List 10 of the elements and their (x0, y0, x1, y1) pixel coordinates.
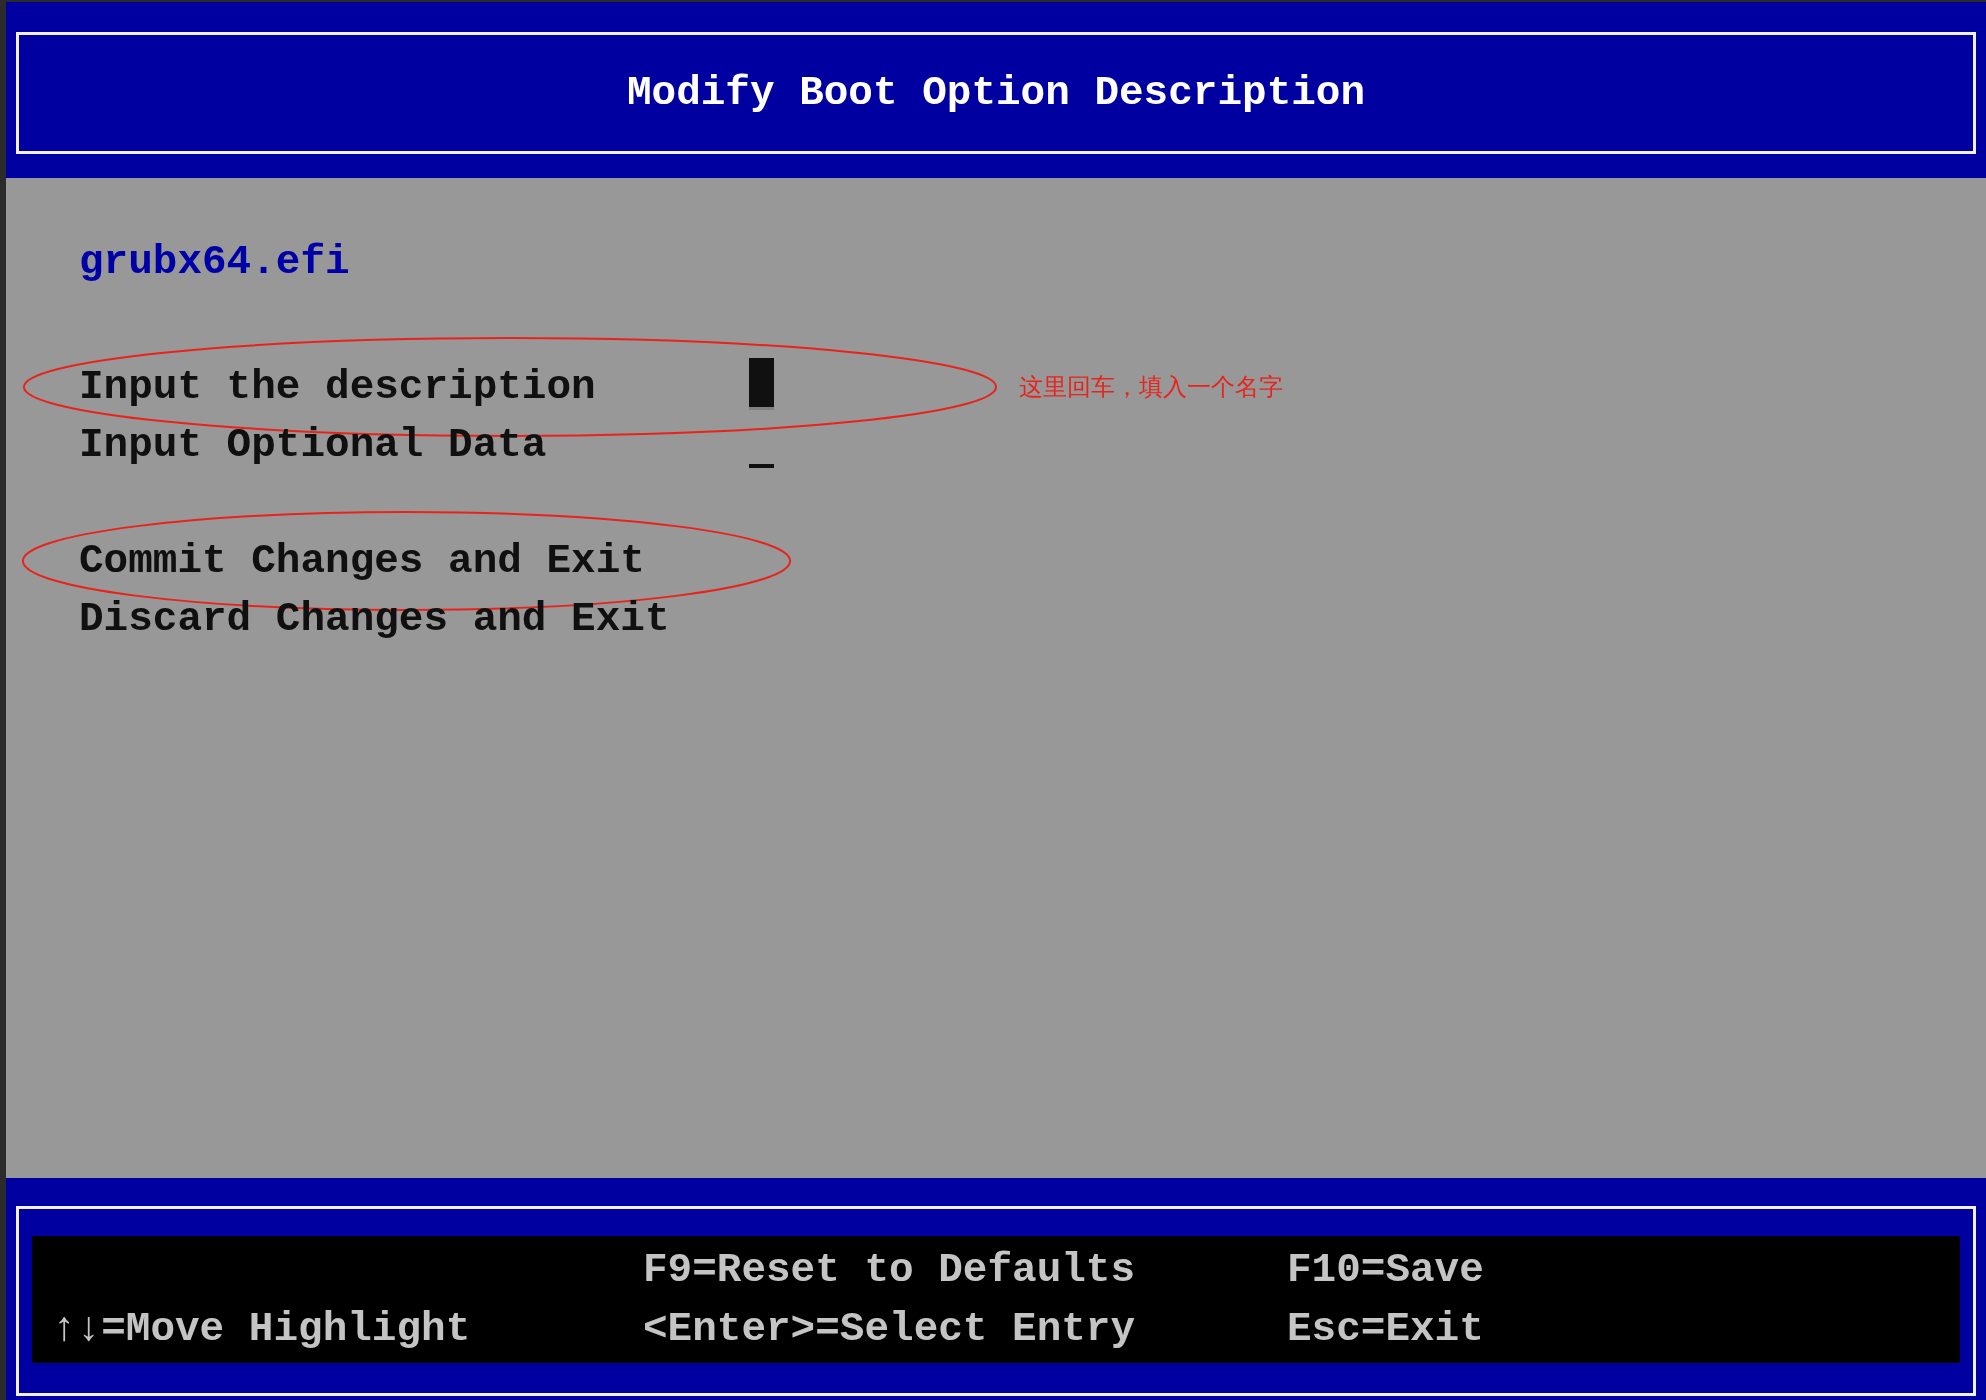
key-hint: Esc=Exit (1287, 1305, 1485, 1354)
screen-title: Modify Boot Option Description (626, 70, 1366, 116)
annotation-note: 这里回车，填入一个名字 (1019, 372, 1283, 403)
input-field[interactable] (749, 358, 774, 410)
key-hint: <Enter>=Select Entry (643, 1305, 1137, 1354)
key-hint: ↑↓=Move Highlight (52, 1305, 472, 1354)
key-hint: F10=Save (1287, 1246, 1485, 1295)
boot-file-name: grubx64.efi (79, 238, 351, 287)
menu-item[interactable]: Discard Changes and Exit (79, 596, 670, 642)
key-hint: F9=Reset to Defaults (643, 1246, 1137, 1295)
